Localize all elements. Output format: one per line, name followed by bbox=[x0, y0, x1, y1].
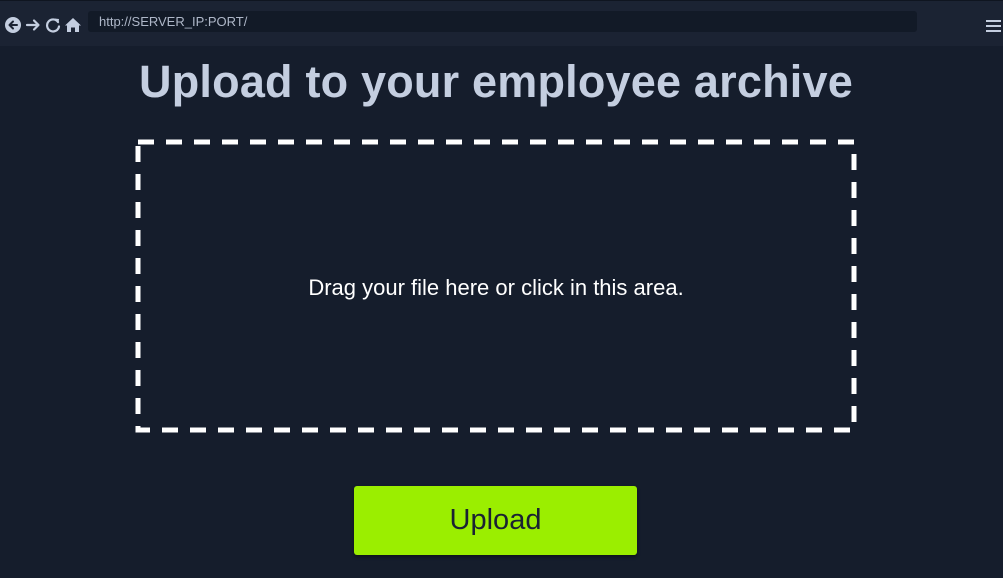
page-title: Upload to your employee archive bbox=[139, 56, 853, 107]
browser-toolbar: http://SERVER_IP:PORT/ bbox=[0, 0, 1003, 46]
drop-zone-text: Drag your file here or click in this are… bbox=[308, 275, 684, 300]
upload-button[interactable]: Upload bbox=[354, 486, 637, 555]
back-icon[interactable] bbox=[4, 16, 22, 34]
reload-icon[interactable] bbox=[44, 16, 62, 34]
file-drop-zone[interactable]: Drag your file here or click in this are… bbox=[133, 137, 859, 435]
url-text: http://SERVER_IP:PORT/ bbox=[99, 14, 248, 29]
home-icon[interactable] bbox=[64, 16, 82, 34]
forward-icon[interactable] bbox=[24, 16, 42, 34]
nav-controls bbox=[4, 16, 82, 34]
menu-icon[interactable] bbox=[986, 19, 1001, 33]
address-bar[interactable]: http://SERVER_IP:PORT/ bbox=[88, 11, 917, 32]
